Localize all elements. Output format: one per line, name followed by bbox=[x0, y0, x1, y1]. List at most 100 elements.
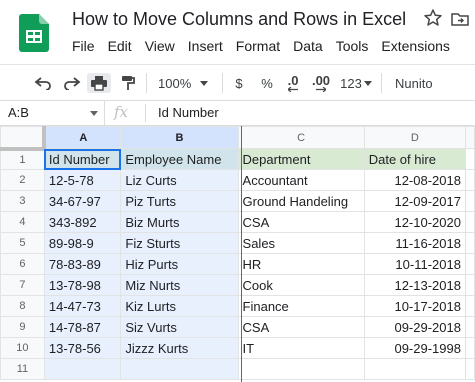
grid-cell[interactable] bbox=[464, 358, 475, 380]
grid-cell[interactable]: 12-09-2017 bbox=[363, 190, 466, 212]
document-title[interactable]: How to Move Columns and Rows in Excel bbox=[72, 9, 406, 30]
row-header[interactable]: 6 bbox=[0, 253, 45, 275]
grid-cell[interactable]: 09-29-2018 bbox=[363, 316, 466, 338]
grid-cell[interactable]: Accountant bbox=[237, 169, 365, 191]
column-header-c[interactable]: C bbox=[237, 126, 365, 149]
column-header-b[interactable]: B bbox=[120, 126, 239, 149]
grid-cell[interactable] bbox=[464, 295, 475, 317]
zoom-select[interactable]: 100% bbox=[158, 73, 214, 93]
grid-cell[interactable]: 14-78-87 bbox=[43, 316, 122, 338]
formula-input[interactable]: Id Number bbox=[158, 105, 219, 120]
header-cell-date-of-hire[interactable]: Date of hire bbox=[363, 148, 466, 170]
header-cell-id-number[interactable]: Id Number bbox=[43, 148, 122, 170]
grid-cell[interactable]: Kiz Lurts bbox=[120, 295, 239, 317]
grid-cell[interactable] bbox=[120, 358, 239, 380]
grid-cell[interactable]: 12-13-2018 bbox=[363, 274, 466, 296]
grid-cell[interactable] bbox=[464, 274, 475, 296]
paint-format-button[interactable] bbox=[118, 73, 138, 93]
grid-cell[interactable]: 14-47-73 bbox=[43, 295, 122, 317]
grid-cell[interactable]: 34-67-97 bbox=[43, 190, 122, 212]
grid-cell[interactable]: 13-78-98 bbox=[43, 274, 122, 296]
grid-cell[interactable] bbox=[464, 169, 475, 191]
row-header[interactable]: 2 bbox=[0, 169, 45, 191]
grid-cell[interactable] bbox=[464, 211, 475, 233]
print-button[interactable] bbox=[87, 73, 111, 93]
row-header[interactable]: 7 bbox=[0, 274, 45, 296]
grid-cell[interactable]: 11-16-2018 bbox=[363, 232, 466, 254]
menu-edit[interactable]: Edit bbox=[108, 38, 132, 56]
grid-cell[interactable]: HR bbox=[237, 253, 365, 275]
row-header[interactable]: 5 bbox=[0, 232, 45, 254]
menu-tools[interactable]: Tools bbox=[336, 38, 369, 56]
row-header[interactable]: 4 bbox=[0, 211, 45, 233]
grid-cell[interactable]: Piz Turts bbox=[120, 190, 239, 212]
sheets-logo-icon[interactable] bbox=[19, 14, 49, 52]
grid-cell[interactable]: 09-29-1998 bbox=[363, 337, 466, 359]
column-header-e[interactable] bbox=[464, 126, 475, 149]
row-header[interactable]: 8 bbox=[0, 295, 45, 317]
row-header[interactable]: 1 bbox=[0, 148, 45, 170]
grid-cell[interactable] bbox=[237, 358, 365, 380]
grid-cell[interactable]: CSA bbox=[237, 211, 365, 233]
grid-cell[interactable]: Sales bbox=[237, 232, 365, 254]
row-header[interactable]: 9 bbox=[0, 316, 45, 338]
grid-cell[interactable]: Hiz Purts bbox=[120, 253, 239, 275]
grid-cell[interactable] bbox=[43, 358, 122, 380]
grid-cell[interactable]: 12-5-78 bbox=[43, 169, 122, 191]
grid-cell[interactable]: Cook bbox=[237, 274, 365, 296]
chevron-down-icon[interactable] bbox=[90, 111, 98, 116]
row-header[interactable]: 11 bbox=[0, 358, 45, 380]
grid-cell[interactable]: 89-98-9 bbox=[43, 232, 122, 254]
menu-format[interactable]: Format bbox=[236, 38, 280, 56]
grid-cell[interactable]: Biz Murts bbox=[120, 211, 239, 233]
menu-data[interactable]: Data bbox=[293, 38, 323, 56]
grid-cell[interactable]: Finance bbox=[237, 295, 365, 317]
column-header-d[interactable]: D bbox=[363, 126, 466, 149]
grid-cell[interactable] bbox=[464, 337, 475, 359]
grid-cell[interactable]: 12-10-2020 bbox=[363, 211, 466, 233]
grid-cell[interactable]: 78-83-89 bbox=[43, 253, 122, 275]
decrease-decimal-button[interactable]: .0 bbox=[284, 73, 302, 93]
undo-icon bbox=[34, 77, 51, 90]
table-row: 10 13-78-56 Jizzz Kurts IT 09-29-1998 bbox=[0, 337, 475, 359]
grid-cell[interactable]: 343-892 bbox=[43, 211, 122, 233]
undo-button[interactable] bbox=[33, 73, 53, 93]
currency-format-button[interactable]: $ bbox=[232, 73, 246, 93]
grid-cell[interactable] bbox=[464, 253, 475, 275]
menu-extensions[interactable]: Extensions bbox=[381, 38, 449, 56]
grid-cell[interactable]: Fiz Sturts bbox=[120, 232, 239, 254]
grid-cell[interactable]: 12-08-2018 bbox=[363, 169, 466, 191]
grid-cell[interactable] bbox=[464, 232, 475, 254]
grid-cell[interactable]: IT bbox=[237, 337, 365, 359]
move-to-folder-icon[interactable] bbox=[450, 9, 470, 29]
redo-button[interactable] bbox=[62, 73, 82, 93]
menu-view[interactable]: View bbox=[145, 38, 175, 56]
grid-cell[interactable]: Siz Vurts bbox=[120, 316, 239, 338]
header-cell-employee-name[interactable]: Employee Name bbox=[120, 148, 239, 170]
percent-format-button[interactable]: % bbox=[259, 73, 275, 93]
select-all-corner[interactable] bbox=[0, 126, 47, 151]
star-icon[interactable] bbox=[423, 8, 443, 28]
increase-decimal-button[interactable]: .00 bbox=[310, 73, 332, 93]
grid-cell[interactable] bbox=[464, 316, 475, 338]
grid-cell[interactable]: Jizzz Kurts bbox=[120, 337, 239, 359]
grid-cell[interactable] bbox=[464, 148, 475, 170]
grid-cell[interactable]: Miz Nurts bbox=[120, 274, 239, 296]
more-formats-button[interactable]: 123 bbox=[340, 73, 372, 93]
grid-cell[interactable] bbox=[464, 190, 475, 212]
grid-cell[interactable]: Ground Handeling bbox=[237, 190, 365, 212]
grid-cell[interactable]: 13-78-56 bbox=[43, 337, 122, 359]
menu-file[interactable]: File bbox=[72, 38, 95, 56]
grid-cell[interactable]: 10-17-2018 bbox=[363, 295, 466, 317]
grid-cell[interactable] bbox=[363, 358, 466, 380]
font-family-select[interactable]: Nunito bbox=[395, 73, 445, 93]
header-cell-department[interactable]: Department bbox=[237, 148, 365, 170]
menu-insert[interactable]: Insert bbox=[188, 38, 223, 56]
grid-cell[interactable]: 10-11-2018 bbox=[363, 253, 466, 275]
column-header-a[interactable]: A bbox=[43, 126, 122, 149]
row-header[interactable]: 10 bbox=[0, 337, 45, 359]
grid-cell[interactable]: CSA bbox=[237, 316, 365, 338]
name-box[interactable]: A:B bbox=[0, 101, 105, 125]
row-header[interactable]: 3 bbox=[0, 190, 45, 212]
grid-cell[interactable]: Liz Curts bbox=[120, 169, 239, 191]
